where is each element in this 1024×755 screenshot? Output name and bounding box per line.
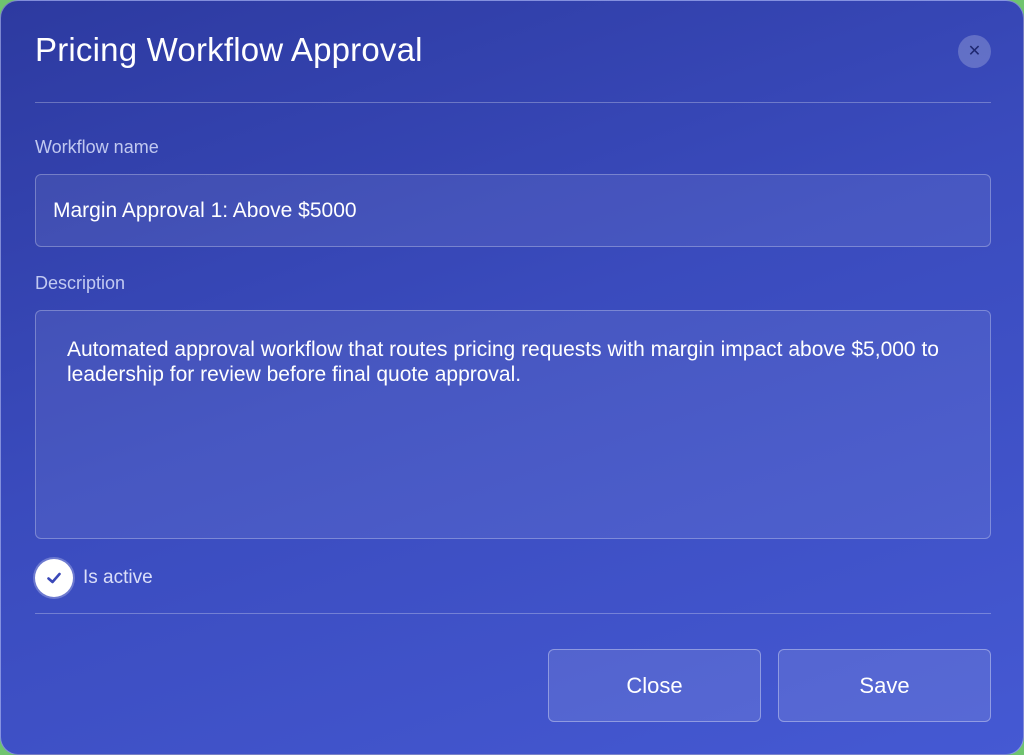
workflow-name-input[interactable]: Margin Approval 1: Above $5000 (35, 174, 991, 247)
header-divider (35, 102, 991, 103)
workflow-name-label: Workflow name (35, 137, 159, 157)
is-active-checkbox[interactable] (35, 559, 73, 597)
description-label: Description (35, 273, 126, 293)
is-active-label: Is active (83, 567, 153, 588)
checkmark-icon (47, 572, 61, 584)
close-button[interactable]: Close (548, 649, 761, 722)
save-button[interactable]: Save (778, 649, 991, 722)
description-textarea[interactable]: Automated approval workflow that routes … (35, 310, 991, 539)
workflow-dialog: Pricing Workflow Approval ✕ Workflow nam… (0, 0, 1024, 755)
close-icon[interactable]: ✕ (958, 35, 991, 68)
footer-divider (35, 613, 991, 614)
dialog-title: Pricing Workflow Approval (35, 31, 423, 68)
